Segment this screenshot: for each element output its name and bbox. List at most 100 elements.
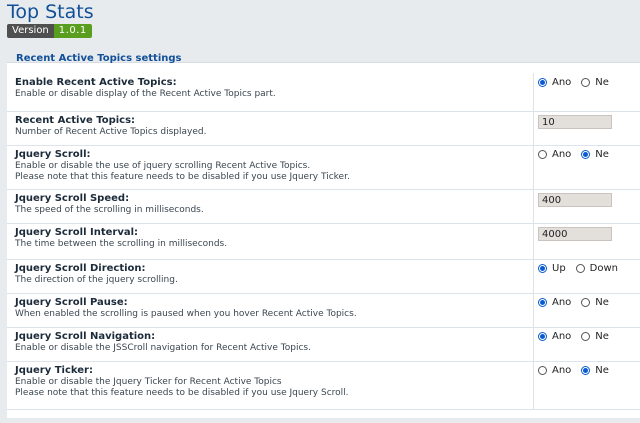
radio-label: Ne	[595, 149, 609, 160]
setting-row-jquery-ticker: Jquery Ticker: Enable or disable the Jque…	[7, 361, 640, 410]
radio-label: Ne	[595, 297, 609, 308]
radio-label: Ano	[552, 149, 572, 160]
setting-title: Jquery Scroll Speed:	[15, 193, 130, 204]
setting-control: Ano Ne	[538, 77, 619, 88]
version-badge: Version 1.0.1	[7, 24, 92, 38]
setting-description: The time between the scrolling in millis…	[15, 239, 227, 250]
radio-button[interactable]	[538, 78, 547, 87]
radio-button[interactable]	[538, 366, 547, 375]
radio-label: Up	[552, 263, 566, 274]
setting-title: Recent Active Topics:	[15, 115, 136, 126]
setting-control: Up Down	[538, 263, 628, 274]
recent-active-topics-input[interactable]: 10	[538, 115, 612, 129]
radio-button[interactable]	[538, 150, 547, 159]
setting-title: Jquery Scroll:	[15, 149, 91, 160]
setting-label-cell: Jquery Ticker: Enable or disable the Jque…	[7, 361, 534, 409]
radio-button[interactable]	[581, 78, 591, 87]
setting-description: Enable or disable the Jquery Ticker for …	[15, 377, 349, 399]
setting-description: The direction of the jquery scrolling.	[15, 275, 178, 286]
setting-label-cell: Recent Active Topics: Number of Recent Ac…	[7, 111, 534, 145]
setting-description: When enabled the scrolling is paused whe…	[15, 309, 357, 320]
radio-button[interactable]	[581, 150, 591, 159]
setting-description-line: Enable or disable display of the Recent …	[15, 89, 276, 99]
radio-option-ne[interactable]: Ne	[581, 77, 609, 88]
setting-label-cell: Jquery Scroll Interval: The time between …	[7, 223, 534, 259]
setting-title: Enable Recent Active Topics:	[15, 77, 177, 88]
radio-label: Ano	[552, 77, 572, 88]
setting-title: Jquery Scroll Pause:	[15, 297, 128, 308]
setting-row-jquery-scroll-navigation: Jquery Scroll Navigation: Enable or disab…	[7, 327, 640, 362]
radio-label: Ne	[595, 365, 609, 376]
radio-option-ne[interactable]: Ne	[581, 365, 609, 376]
setting-row-jquery-scroll-pause: Jquery Scroll Pause: When enabled the scr…	[7, 293, 640, 328]
setting-control: 10	[538, 115, 612, 129]
radio-label: Down	[589, 263, 619, 274]
radio-button[interactable]	[581, 298, 591, 307]
setting-control: Ano Ne	[538, 365, 619, 376]
setting-description: The speed of the scrolling in millisecon…	[15, 205, 204, 216]
page-title: Top Stats	[7, 1, 94, 23]
version-label: Version	[7, 24, 54, 38]
radio-option-ano[interactable]: Ano	[538, 77, 571, 88]
setting-description: Number of Recent Active Topics displayed…	[15, 127, 206, 138]
setting-title: Jquery Scroll Navigation:	[15, 331, 156, 342]
radio-label: Ano	[552, 365, 572, 376]
radio-option-ne[interactable]: Ne	[581, 331, 609, 342]
radio-button[interactable]	[538, 264, 547, 273]
setting-row-jquery-scroll-interval: Jquery Scroll Interval: The time between …	[7, 223, 640, 260]
setting-control: Ano Ne	[538, 297, 619, 308]
radio-button[interactable]	[581, 366, 591, 375]
setting-label-cell: Jquery Scroll Direction: The direction of…	[7, 259, 534, 293]
setting-label-cell: Jquery Scroll Navigation: Enable or disab…	[7, 327, 534, 361]
setting-description-line: Enable or disable the JSSCroll navigatio…	[15, 343, 311, 353]
jquery-scroll-interval-input[interactable]: 4000	[538, 227, 612, 241]
setting-control: 400	[538, 193, 612, 207]
setting-row-jquery-scroll: Jquery Scroll: Enable or disable the use …	[7, 145, 640, 190]
setting-label-cell: Jquery Scroll Pause: When enabled the scr…	[7, 293, 534, 327]
setting-description-line: The speed of the scrolling in millisecon…	[15, 205, 204, 215]
radio-option-ano[interactable]: Ano	[538, 331, 571, 342]
radio-option-ne[interactable]: Ne	[581, 149, 609, 160]
setting-description-line: The time between the scrolling in millis…	[15, 239, 228, 249]
setting-description-line: Please note that this feature needs to b…	[15, 172, 350, 182]
radio-button[interactable]	[538, 298, 547, 307]
radio-option-ano[interactable]: Ano	[538, 149, 571, 160]
radio-option-ano[interactable]: Ano	[538, 365, 571, 376]
radio-button[interactable]	[581, 332, 591, 341]
setting-row-jquery-scroll-speed: Jquery Scroll Speed: The speed of the scr…	[7, 189, 640, 224]
radio-button[interactable]	[538, 332, 547, 341]
setting-description: Enable or disable the use of jquery scro…	[15, 161, 350, 183]
radio-option-ano[interactable]: Ano	[538, 297, 571, 308]
radio-label: Ne	[595, 331, 609, 342]
setting-title: Jquery Scroll Interval:	[15, 227, 139, 238]
setting-title: Jquery Ticker:	[15, 365, 93, 376]
setting-description-line: The direction of the jquery scrolling.	[15, 275, 178, 285]
radio-button[interactable]	[575, 264, 585, 273]
jquery-scroll-speed-input[interactable]: 400	[538, 193, 612, 207]
setting-label-cell: Jquery Scroll: Enable or disable the use …	[7, 145, 534, 189]
section-title: Recent Active Topics settings	[16, 53, 182, 64]
setting-row-enable-recent-active-topics: Enable Recent Active Topics: Enable or di…	[7, 73, 640, 112]
radio-label: Ano	[552, 331, 572, 342]
setting-description-line: Number of Recent Active Topics displayed…	[15, 127, 207, 137]
setting-description-line: Please note that this feature needs to b…	[15, 388, 349, 398]
setting-control: Ano Ne	[538, 149, 619, 160]
setting-description-line: Enable or disable the Jquery Ticker for …	[15, 377, 282, 387]
radio-label: Ne	[595, 77, 609, 88]
setting-label-cell: Jquery Scroll Speed: The speed of the scr…	[7, 189, 534, 223]
radio-label: Ano	[552, 297, 572, 308]
radio-option-up[interactable]: Up	[538, 263, 566, 274]
setting-title: Jquery Scroll Direction:	[15, 263, 146, 274]
setting-row-jquery-scroll-direction: Jquery Scroll Direction: The direction of…	[7, 259, 640, 294]
setting-description: Enable or disable the JSSCroll navigatio…	[15, 343, 311, 354]
setting-label-cell: Enable Recent Active Topics: Enable or di…	[7, 73, 534, 111]
setting-description-line: Enable or disable the use of jquery scro…	[15, 161, 311, 171]
setting-row-recent-active-topics: Recent Active Topics: Number of Recent Ac…	[7, 111, 640, 146]
setting-control: Ano Ne	[538, 331, 619, 342]
radio-option-ne[interactable]: Ne	[581, 297, 609, 308]
version-value: 1.0.1	[53, 24, 92, 38]
setting-description: Enable or disable display of the Recent …	[15, 89, 276, 100]
setting-control: 4000	[538, 227, 612, 241]
setting-description-line: When enabled the scrolling is paused whe…	[15, 309, 357, 319]
radio-option-down[interactable]: Down	[575, 263, 619, 274]
